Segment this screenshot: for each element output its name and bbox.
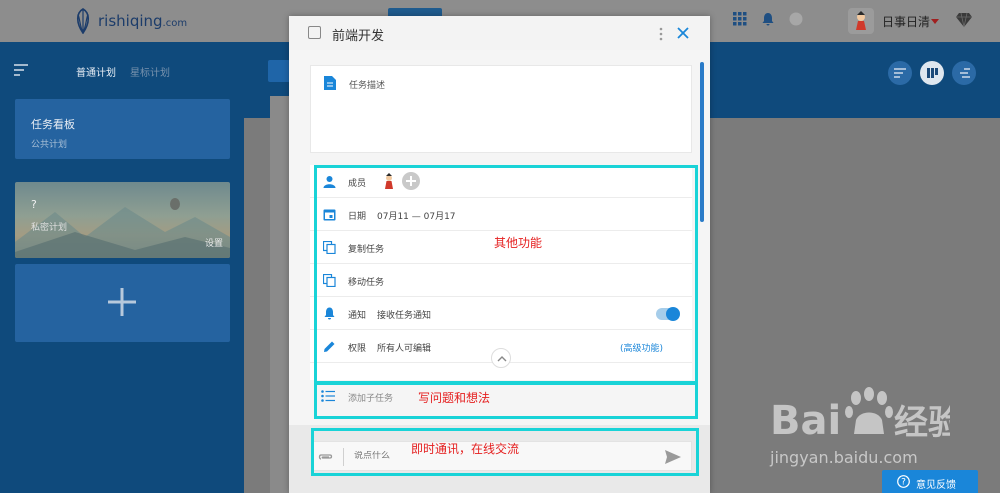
question-icon: ? xyxy=(897,475,910,488)
modal-scrollbar[interactable] xyxy=(700,62,704,222)
list-lines-icon xyxy=(894,68,906,78)
avatar-figure-icon xyxy=(856,11,866,30)
main-action-button[interactable] xyxy=(268,60,290,82)
annotation-label-chat: 即时通讯，在线交流 xyxy=(411,442,520,456)
svg-text:经验: 经验 xyxy=(894,403,950,443)
list-view-icon[interactable] xyxy=(888,61,912,85)
logo-icon[interactable] xyxy=(72,8,94,34)
user-name[interactable]: 日事日清 xyxy=(882,13,930,30)
add-plan-card[interactable] xyxy=(15,264,230,342)
svg-text:Bai: Bai xyxy=(770,398,841,444)
annotation-box-features xyxy=(314,165,698,384)
plan-card-subtitle: 公共计划 xyxy=(31,140,68,150)
board-column xyxy=(270,96,290,493)
annotation-label-subtask: 写问题和想法 xyxy=(418,391,491,405)
plan-card-title: ? xyxy=(31,198,37,211)
bell-icon[interactable] xyxy=(761,12,775,26)
menu-icon[interactable] xyxy=(14,64,28,76)
timeline-view-icon[interactable] xyxy=(952,61,976,85)
tab-normal-plans[interactable]: 普通计划 xyxy=(76,64,116,79)
plan-card-subtitle: 私密计划 xyxy=(31,223,68,233)
feedback-button[interactable]: ? 意见反馈 xyxy=(882,470,978,493)
feedback-label: 意见反馈 xyxy=(916,480,956,491)
plan-card-private[interactable]: ? 私密计划 设置 xyxy=(15,182,230,258)
task-description-label: 任务描述 xyxy=(349,81,386,91)
task-description-box[interactable]: 任务描述 xyxy=(310,65,692,153)
task-title[interactable]: 前端开发 xyxy=(332,25,384,44)
annotation-box-subtask xyxy=(314,382,698,419)
view-switcher xyxy=(888,61,976,85)
user-caret-icon[interactable] xyxy=(931,19,939,24)
task-complete-checkbox[interactable] xyxy=(308,26,321,39)
plan-card-task-board[interactable]: 任务看板 公共计划 xyxy=(15,99,230,159)
modal-header: 前端开发 xyxy=(289,16,710,50)
apps-grid-icon[interactable] xyxy=(733,12,747,26)
tab-starred-plans[interactable]: 星标计划 xyxy=(130,64,170,79)
plus-icon xyxy=(108,288,136,316)
diamond-icon[interactable] xyxy=(955,12,973,28)
timeline-icon xyxy=(960,68,970,78)
document-icon xyxy=(324,76,336,90)
top-icons xyxy=(733,12,803,26)
close-icon[interactable] xyxy=(676,26,690,40)
plan-card-title: 任务看板 xyxy=(31,118,75,131)
avatar[interactable] xyxy=(848,8,874,34)
columns-icon xyxy=(927,68,938,78)
logo-text: rishiqing.com xyxy=(98,12,188,30)
svg-text:?: ? xyxy=(901,478,906,488)
more-vertical-icon[interactable] xyxy=(659,27,663,41)
annotation-label-features: 其他功能 xyxy=(494,236,543,250)
watermark-domain: jingyan.baidu.com xyxy=(770,448,918,467)
board-view-icon[interactable] xyxy=(920,61,944,85)
status-circle-icon[interactable] xyxy=(789,12,803,26)
plan-card-settings[interactable]: 设置 xyxy=(205,236,223,249)
